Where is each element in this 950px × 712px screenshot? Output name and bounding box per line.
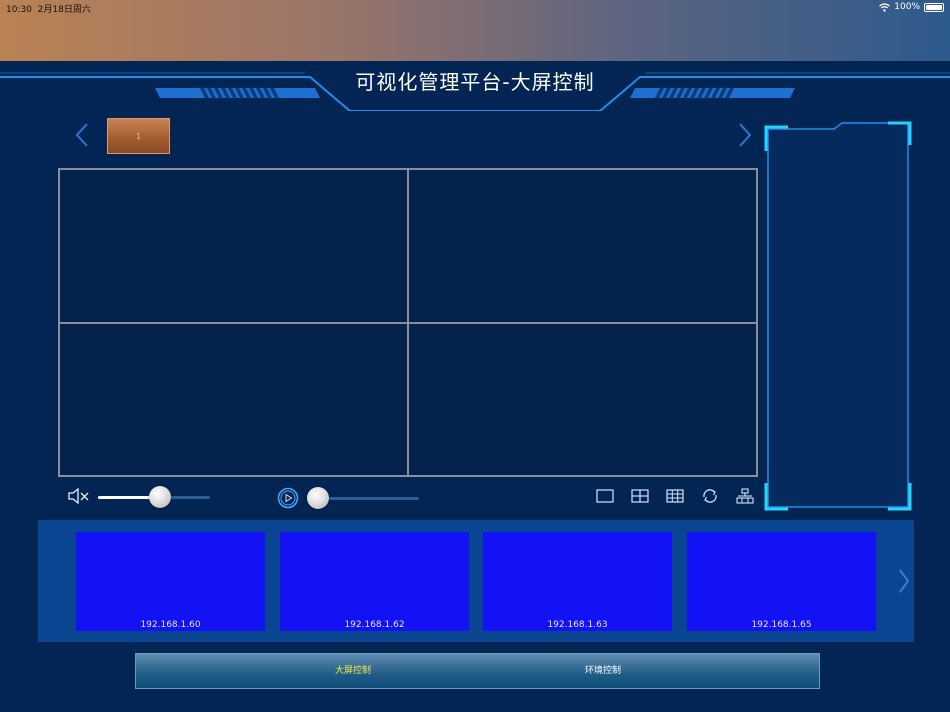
volume-knob[interactable] <box>148 486 171 508</box>
camera-ip: 192.168.1.65 <box>751 620 812 630</box>
video-grid <box>58 168 758 477</box>
side-panel <box>764 121 912 511</box>
tab-environment-control[interactable]: 环境控制 <box>513 654 693 688</box>
tab-screen-control[interactable]: 大屏控制 <box>263 654 443 688</box>
chevron-left-icon[interactable] <box>74 122 90 148</box>
camera-tile[interactable]: 192.168.1.60 <box>76 532 265 631</box>
camera-ip: 192.168.1.62 <box>344 620 405 630</box>
wifi-icon <box>879 2 891 12</box>
layout-9-icon[interactable] <box>666 488 684 504</box>
chevron-right-icon[interactable] <box>737 122 753 148</box>
page-title: 可视化管理平台-大屏控制 <box>355 70 595 94</box>
video-window-2[interactable] <box>408 169 757 323</box>
mute-icon[interactable] <box>68 488 90 504</box>
bottom-tab-bar: 大屏控制 环境控制 <box>135 653 820 689</box>
status-date: 2月18日周六 <box>37 5 91 15</box>
play-icon[interactable] <box>277 487 299 509</box>
video-window-3[interactable] <box>59 322 408 476</box>
volume-slider[interactable] <box>98 486 210 510</box>
camera-tile[interactable]: 192.168.1.62 <box>280 532 469 631</box>
status-bar: 10:30 2月18日周六 100% <box>0 0 950 61</box>
battery-percent: 100% <box>894 2 920 12</box>
battery-icon <box>924 2 944 12</box>
settings-icon[interactable] <box>736 488 754 504</box>
camera-tile[interactable]: 192.168.1.65 <box>687 532 876 631</box>
status-right: 100% <box>879 2 944 12</box>
camera-tile[interactable]: 192.168.1.63 <box>483 532 672 631</box>
camera-ip: 192.168.1.60 <box>140 620 201 630</box>
layout-4-icon[interactable] <box>631 488 649 504</box>
layout-1-icon[interactable] <box>596 488 614 504</box>
video-window-1[interactable] <box>59 169 408 323</box>
status-time-date: 10:30 2月18日周六 <box>6 2 91 15</box>
page-tab-1[interactable]: 1 <box>107 118 170 154</box>
progress-knob[interactable] <box>307 487 329 509</box>
video-window-4[interactable] <box>408 322 757 476</box>
status-time: 10:30 <box>6 5 32 15</box>
progress-slider[interactable] <box>307 487 419 511</box>
refresh-icon[interactable] <box>701 488 719 504</box>
camera-ip: 192.168.1.63 <box>547 620 608 630</box>
camera-next-icon[interactable] <box>897 568 911 594</box>
